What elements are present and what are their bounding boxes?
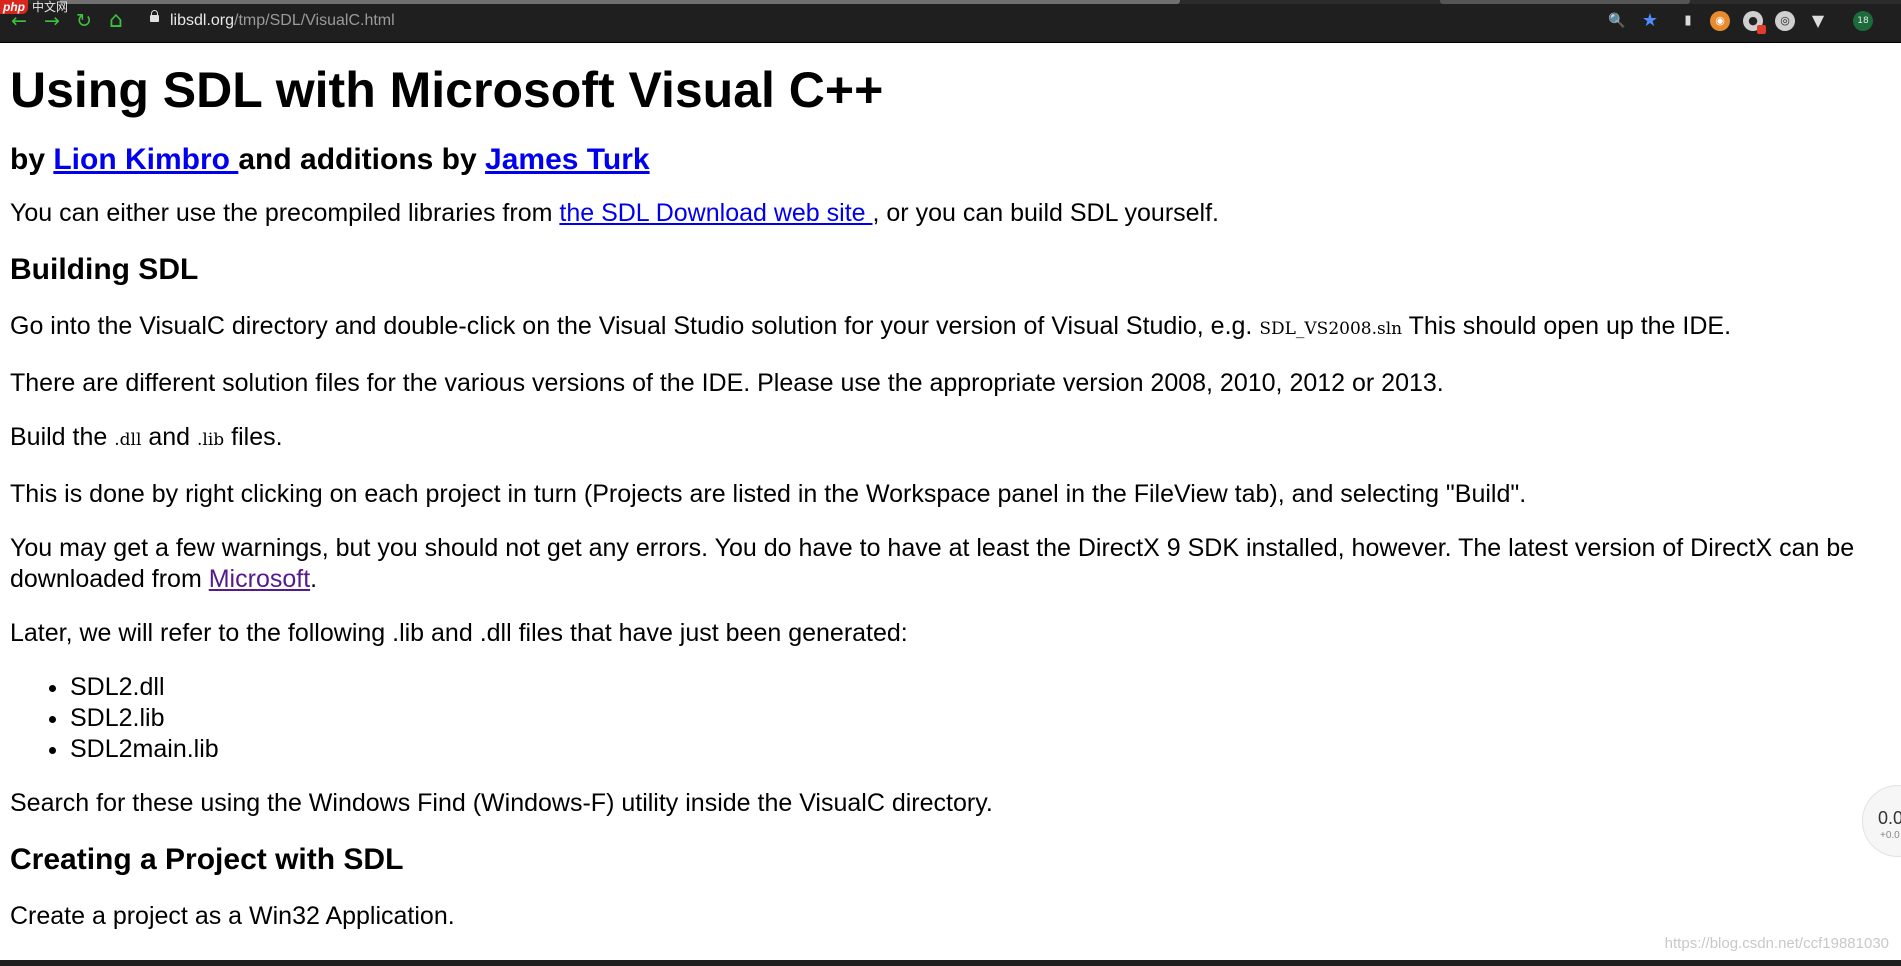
extension-a-icon[interactable]: ▮ [1678, 11, 1698, 31]
paragraph-search: Search for these using the Windows Find … [10, 789, 993, 817]
byline: by Lion Kimbro and additions by James Tu… [10, 142, 1890, 178]
creating-project-heading: Creating a Project with SDL [10, 843, 404, 876]
page-title: Using SDL with Microsoft Visual C++ [10, 62, 884, 118]
lib-extension: .lib [197, 430, 225, 450]
p1-text-pre: Go into the VisualC directory and double… [10, 312, 1260, 340]
tab-indicator-secondary[interactable] [1440, 0, 1690, 4]
generated-files-list: SDL2.dll SDL2.lib SDL2main.lib [10, 672, 1890, 765]
intro-text-post: , or you can build SDL yourself. [872, 199, 1219, 227]
extension-e-icon[interactable]: ▼ [1808, 11, 1828, 31]
page-content: Using SDL with Microsoft Visual C++ by L… [10, 42, 1890, 932]
p1-text-post: This should open up the IDE. [1402, 312, 1732, 340]
author-link-james-turk[interactable]: James Turk [485, 143, 650, 176]
paragraph-create-project: Create a project as a Win32 Application. [10, 902, 455, 930]
list-item: SDL2.lib [70, 703, 1890, 734]
csdn-watermark: https://blog.csdn.net/ccf19881030 [1664, 935, 1889, 952]
list-item: SDL2main.lib [70, 734, 1890, 765]
url-path: /tmp/SDL/VisualC.html [234, 12, 395, 29]
byline-and: and additions by [238, 143, 486, 176]
p5-text-post: . [310, 565, 318, 593]
reload-icon[interactable]: ↻ [73, 10, 95, 32]
bookmark-star-icon[interactable]: ★ [1640, 11, 1660, 31]
browser-toolbar: php 中文网 ← → ↻ ⌂ libsdl.org/tmp/SDL/Visua… [0, 0, 1901, 43]
profile-avatar[interactable]: 18 [1853, 11, 1873, 31]
zoom-icon[interactable]: 🔍 [1607, 11, 1627, 31]
extension-b-icon[interactable]: ◉ [1710, 11, 1730, 31]
p3-text-mid: and [141, 423, 198, 451]
p3-text-post: files. [224, 423, 283, 451]
extension-badge [1757, 25, 1766, 34]
byline-by: by [10, 143, 54, 176]
paragraph-warnings: You may get a few warnings, but you shou… [10, 533, 1890, 595]
lock-icon[interactable] [150, 10, 159, 22]
microsoft-link[interactable]: Microsoft [209, 565, 310, 593]
building-sdl-heading: Building SDL [10, 253, 199, 286]
bottom-bar [0, 960, 1901, 966]
paragraph-later: Later, we will refer to the following .l… [10, 619, 908, 647]
paragraph-build: Build the .dll and .lib files. [10, 422, 1890, 456]
paragraph-right-click: This is done by right clicking on each p… [10, 480, 1527, 508]
forward-arrow-icon[interactable]: → [41, 10, 63, 32]
extension-d-icon[interactable]: ◎ [1775, 11, 1795, 31]
solution-filename: SDL_VS2008.sln [1259, 319, 1403, 339]
intro-text-pre: You can either use the precompiled libra… [10, 199, 560, 227]
p3-text-pre: Build the [10, 423, 115, 451]
intro-paragraph: You can either use the precompiled libra… [10, 198, 1890, 229]
paragraph-versions: There are different solution files for t… [10, 369, 1444, 397]
home-icon[interactable]: ⌂ [105, 10, 127, 32]
extension-c-icon[interactable]: ● [1743, 11, 1766, 34]
widget-value: 0.0 [1878, 808, 1901, 828]
tab-strip [0, 0, 1901, 4]
list-item: SDL2.dll [70, 672, 1890, 703]
tab-indicator[interactable] [60, 0, 1180, 4]
url-host: libsdl.org [170, 12, 235, 29]
sdl-download-link[interactable]: the SDL Download web site [559, 199, 872, 227]
dll-extension: .dll [114, 430, 142, 450]
address-bar[interactable]: libsdl.org/tmp/SDL/VisualC.html [170, 11, 395, 31]
author-link-lion-kimbro[interactable]: Lion Kimbro [53, 143, 238, 176]
back-arrow-icon[interactable]: ← [8, 10, 30, 32]
widget-delta: +0.0 [1880, 830, 1900, 841]
paragraph-solution: Go into the VisualC directory and double… [10, 311, 1890, 345]
